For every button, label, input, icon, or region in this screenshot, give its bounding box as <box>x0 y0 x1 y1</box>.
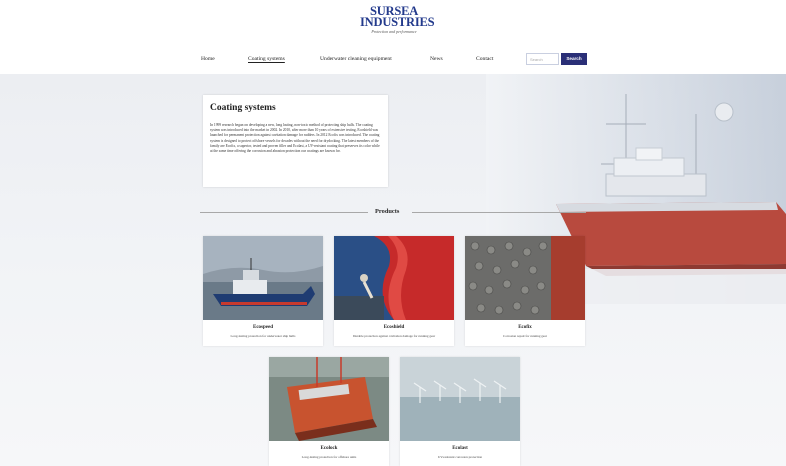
nav-item-underwater-cleaning[interactable]: Underwater cleaning equipment <box>320 56 392 62</box>
intro-title: Coating systems <box>210 103 276 113</box>
product-desc: Long-lasting protection for underwater s… <box>230 334 296 338</box>
search-button[interactable]: Search <box>561 53 587 65</box>
divider-line-right <box>412 212 586 213</box>
product-name: Ecofix <box>518 325 532 330</box>
nav-item-news[interactable]: News <box>430 56 443 62</box>
product-name: Ecospeed <box>253 325 273 330</box>
nav-item-contact[interactable]: Contact <box>476 56 493 62</box>
products-divider: Products <box>200 206 586 218</box>
product-image-ecolast <box>400 357 520 441</box>
product-card-ecolast[interactable]: Ecolast UV-resistant corrosion protectio… <box>400 357 520 466</box>
nav-item-home[interactable]: Home <box>201 56 215 62</box>
logo-line2: INDUSTRIES <box>360 15 435 29</box>
product-image-ecospeed <box>203 236 323 320</box>
product-card-ecolock[interactable]: Ecolock Long-lasting protection for offs… <box>269 357 389 466</box>
search-input[interactable]: Search <box>526 53 559 65</box>
products-heading: Products <box>375 208 400 215</box>
site-logo[interactable]: SURSEA INDUSTRIES Protection and perform… <box>360 5 435 34</box>
product-name: Ecolock <box>320 446 338 451</box>
product-image-ecoshield <box>334 236 454 320</box>
product-image-ecolock <box>269 357 389 441</box>
nav-item-coating-systems[interactable]: Coating systems <box>248 56 285 62</box>
product-image-ecofix <box>465 236 585 320</box>
product-desc: Corrosion repair for running gear <box>503 334 547 338</box>
product-desc: Long-lasting protection for offshore uni… <box>301 455 357 459</box>
product-card-ecoshield[interactable]: Ecoshield Durable protection against cav… <box>334 236 454 346</box>
product-card-ecospeed[interactable]: Ecospeed Long-lasting protection for und… <box>203 236 323 346</box>
product-name: Ecolast <box>452 446 468 451</box>
main-content: Coating systems In 1999 research began o… <box>0 74 786 466</box>
intro-panel: Coating systems In 1999 research began o… <box>203 95 388 187</box>
intro-body: In 1999 research began on developing a n… <box>210 123 380 154</box>
logo-tagline: Protection and performance <box>371 29 417 34</box>
main-nav: Home Coating systems Underwater cleaning… <box>0 53 786 67</box>
product-desc: Durable protection against cavitation da… <box>352 334 436 338</box>
site-header: SURSEA INDUSTRIES Protection and perform… <box>0 0 786 74</box>
product-desc: UV-resistant corrosion protection <box>437 455 482 459</box>
product-card-ecofix[interactable]: Ecofix Corrosion repair for running gear <box>465 236 585 346</box>
product-name: Ecoshield <box>383 325 405 330</box>
divider-line-left <box>200 212 368 213</box>
